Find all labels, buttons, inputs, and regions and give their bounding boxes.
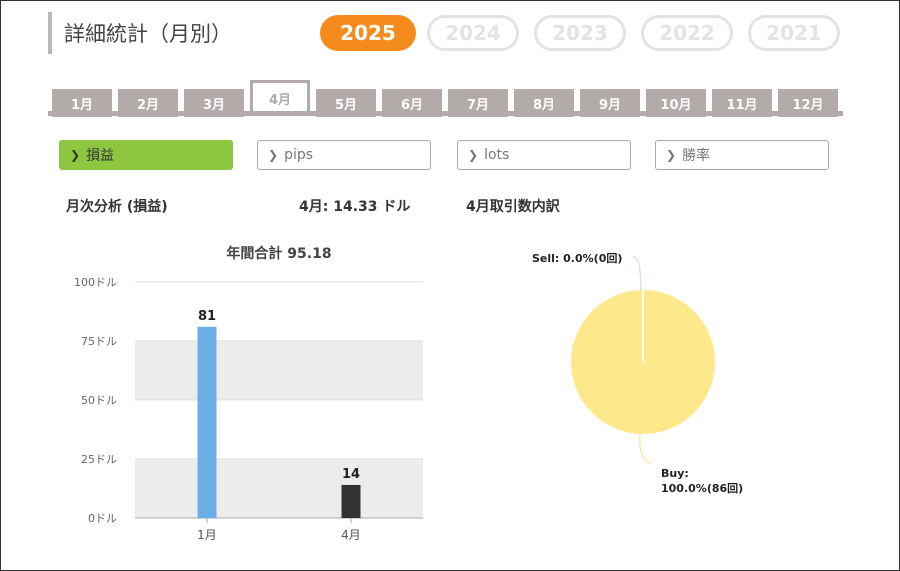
year-button-2025[interactable]: 2025 — [320, 15, 416, 51]
year-button-2021[interactable]: 2021 — [748, 15, 840, 51]
metric-label: 損益 — [86, 148, 115, 164]
metric-tab-lots[interactable]: ❯ lots — [457, 140, 631, 170]
page-title: 詳細統計（月別） — [64, 22, 232, 46]
grid-band — [135, 341, 423, 400]
y-tick-label: 0ドル — [88, 512, 117, 525]
chevron-right-icon: ❯ — [268, 148, 279, 162]
chevron-right-icon: ❯ — [468, 148, 479, 162]
y-tick-label: 50ドル — [81, 394, 117, 407]
buy-label-line1: Buy: — [661, 467, 689, 480]
section-label: 月次分析 (損益) — [66, 199, 168, 215]
sell-leader-line — [632, 255, 642, 291]
buy-label-line2: 100.0%(86回) — [661, 481, 743, 495]
sell-label: Sell: 0.0%(0回) — [532, 251, 622, 265]
month-tabs-underline — [48, 111, 843, 116]
x-tick-label: 4月 — [341, 528, 361, 542]
bar-jan — [197, 326, 217, 518]
bar-chart: 年間合計 95.18 0ドル 25ドル 50ドル 75ドル 100ドル 81 1月 14 4月 — [74, 245, 423, 542]
tab-month-4[interactable]: 4月 — [250, 80, 310, 114]
pie-chart: Sell: 0.0%(0回) Buy:100.0%(86回) — [532, 251, 743, 495]
month-value: 4月: 14.33 ドル — [299, 199, 411, 215]
y-tick-label: 75ドル — [81, 335, 117, 348]
breakdown-label: 4月取引数内訳 — [466, 199, 560, 215]
y-tick-label: 25ドル — [81, 453, 117, 466]
bar-data-label: 81 — [198, 309, 216, 324]
year-button-2023[interactable]: 2023 — [534, 15, 626, 51]
x-tick-label: 1月 — [197, 528, 217, 542]
metric-label: lots — [484, 147, 510, 163]
bar-data-label: 14 — [342, 467, 360, 482]
year-button-2024[interactable]: 2024 — [427, 15, 519, 51]
chevron-right-icon: ❯ — [666, 148, 677, 162]
buy-leader-line — [639, 433, 652, 465]
year-button-2022[interactable]: 2022 — [641, 15, 733, 51]
grid-band — [135, 459, 423, 518]
chevron-right-icon: ❯ — [70, 148, 81, 162]
bar-apr — [341, 484, 361, 518]
metric-tab-winrate[interactable]: ❯ 勝率 — [655, 140, 829, 170]
chart-title: 年間合計 95.18 — [226, 245, 331, 262]
metric-tab-pips[interactable]: ❯ pips — [257, 140, 431, 170]
metric-label: pips — [284, 147, 314, 163]
title-bar: 詳細統計（月別） — [48, 12, 232, 54]
y-tick-label: 100ドル — [74, 276, 117, 289]
metric-tab-profit[interactable]: ❯ 損益 — [59, 140, 233, 170]
metric-label: 勝率 — [682, 148, 711, 164]
